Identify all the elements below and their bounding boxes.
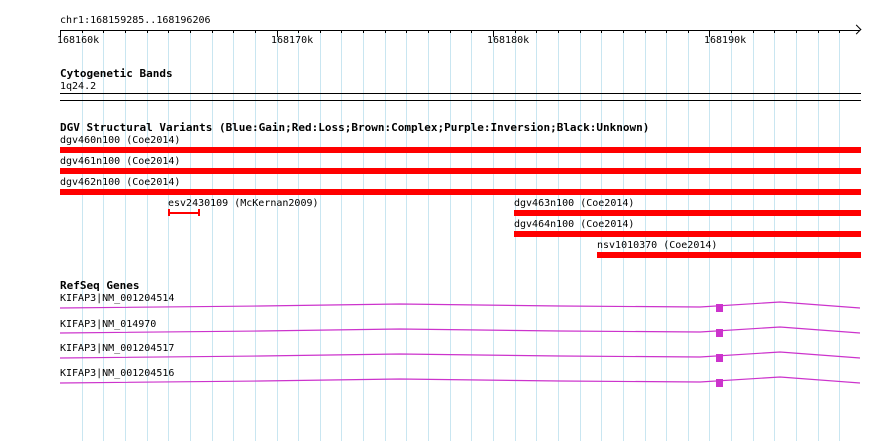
exon-block <box>716 354 723 362</box>
transcript-NM_001204514[interactable] <box>59 301 861 312</box>
transcript-glyphs[interactable] <box>0 0 890 441</box>
genome-browser: chr1:168159285..168196206 168160k 168170… <box>0 0 890 441</box>
exon-block <box>716 304 723 312</box>
transcript-NM_001204517[interactable] <box>59 351 861 362</box>
exon-block <box>716 329 723 337</box>
transcript-NM_001204516[interactable] <box>59 376 861 387</box>
exon-block <box>716 379 723 387</box>
transcript-NM_014970[interactable] <box>59 326 861 337</box>
